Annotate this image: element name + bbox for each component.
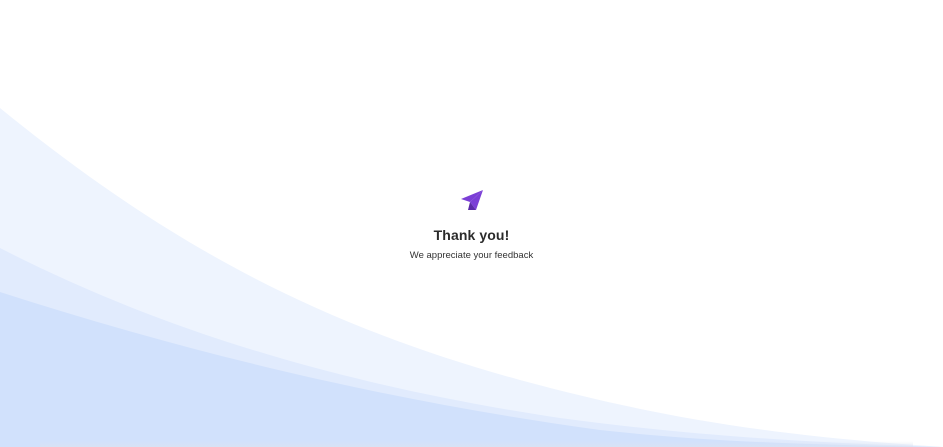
bottom-shadow <box>40 441 913 447</box>
paper-plane-icon <box>460 188 484 212</box>
confirmation-panel: Thank you! We appreciate your feedback <box>0 188 943 262</box>
confirmation-message: We appreciate your feedback <box>409 250 534 261</box>
confirmation-title: Thank you! <box>433 227 510 243</box>
thank-you-page: Thank you! We appreciate your feedback <box>0 0 943 447</box>
